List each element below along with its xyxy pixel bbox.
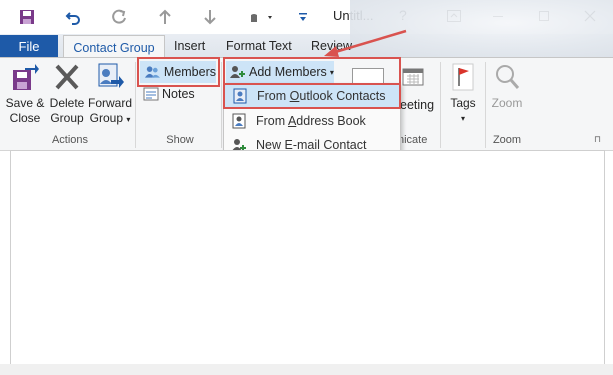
chevron-down-icon: ▾ (126, 115, 131, 124)
customize-qat-icon[interactable] (292, 6, 314, 28)
tags-label: Tags (450, 96, 476, 110)
undo-icon[interactable] (62, 6, 84, 28)
group-label-show: Show (166, 134, 194, 146)
group-separator (221, 62, 222, 148)
add-members-dropdown: From Outlook Contacts From Address Book … (223, 83, 401, 159)
save-close-label-2: Close (9, 111, 41, 125)
group-separator (485, 62, 486, 148)
save-icon[interactable] (16, 6, 38, 28)
tags-button[interactable]: Tags ▾ (446, 62, 480, 126)
delete-group-button[interactable]: Delete Group (47, 62, 87, 126)
save-close-icon (13, 64, 39, 90)
arrow-up-icon[interactable] (154, 6, 176, 28)
zoom-label: Zoom (491, 96, 523, 110)
calendar-icon (402, 66, 424, 86)
group-label-actions: Actions (51, 134, 89, 146)
group-label-zoom: Zoom (492, 134, 522, 146)
zoom-button[interactable]: Zoom (488, 62, 526, 111)
redo-icon[interactable] (108, 6, 130, 28)
menu-item-from-address-book[interactable]: From Address Book (224, 109, 400, 133)
notes-label: Notes (162, 87, 195, 101)
magnifier-icon (496, 65, 520, 89)
flag-icon (452, 63, 474, 91)
collapse-ribbon-icon[interactable]: ⊓ (594, 134, 601, 145)
notes-button[interactable]: Notes (143, 85, 195, 103)
delete-label-1: Delete (49, 96, 85, 110)
chevron-down-icon: ▾ (460, 114, 465, 123)
forward-label-2: Group ▾ (89, 111, 131, 125)
touch-mode-icon[interactable] (244, 6, 278, 28)
delete-icon (55, 64, 79, 90)
notes-icon (143, 87, 159, 101)
group-label-communicate: nicate (398, 134, 428, 146)
tab-insert[interactable]: Insert (174, 35, 205, 57)
status-bar (0, 364, 613, 375)
address-book-icon (230, 113, 248, 129)
tab-format-text[interactable]: Format Text (226, 35, 292, 57)
save-close-button[interactable]: Save & Close (4, 62, 46, 126)
forward-label-1: Forward (87, 96, 132, 110)
group-separator (135, 62, 136, 148)
members-highlight-box (137, 57, 220, 87)
tab-contact-group[interactable]: Contact Group (63, 35, 165, 59)
arrow-down-icon[interactable] (199, 6, 221, 28)
outlook-contacts-highlight-box (223, 83, 401, 109)
save-close-label-1: Save & (5, 96, 45, 110)
tab-file[interactable]: File (0, 35, 58, 58)
group-separator (440, 62, 441, 148)
forward-group-icon (98, 63, 124, 88)
meeting-label[interactable]: eeting (400, 98, 434, 112)
members-list-area[interactable] (10, 150, 605, 366)
annotation-arrow (324, 29, 407, 57)
menu-item-label: From Address Book (256, 114, 366, 128)
delete-label-2: Group (50, 111, 84, 125)
forward-group-button[interactable]: Forward Group ▾ (87, 62, 133, 127)
